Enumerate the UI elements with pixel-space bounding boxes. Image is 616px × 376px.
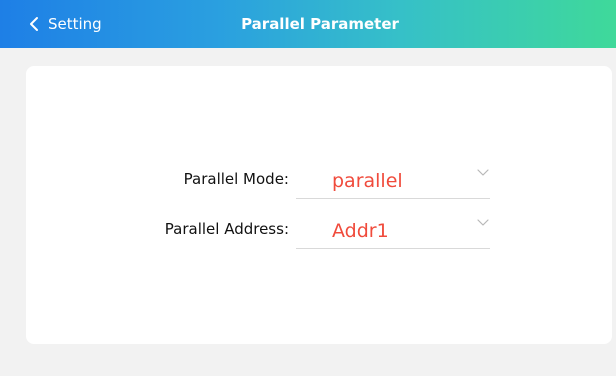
parallel-mode-row: Parallel Mode: parallel [26, 164, 612, 199]
parallel-address-label: Parallel Address: [164, 220, 289, 238]
parallel-mode-select[interactable]: parallel [296, 164, 490, 199]
parallel-address-row: Parallel Address: Addr1 [26, 214, 612, 249]
parallel-address-select[interactable]: Addr1 [296, 214, 490, 249]
parallel-mode-label: Parallel Mode: [183, 170, 289, 188]
header-bar: Setting Parallel Parameter [0, 0, 616, 48]
parallel-address-value: Addr1 [332, 220, 389, 242]
chevron-down-icon [476, 164, 490, 178]
page-title: Parallel Parameter [241, 15, 399, 33]
chevron-down-icon [476, 214, 490, 228]
parallel-mode-value: parallel [332, 170, 403, 192]
settings-card: Parallel Mode: parallel Parallel Address… [26, 66, 612, 344]
